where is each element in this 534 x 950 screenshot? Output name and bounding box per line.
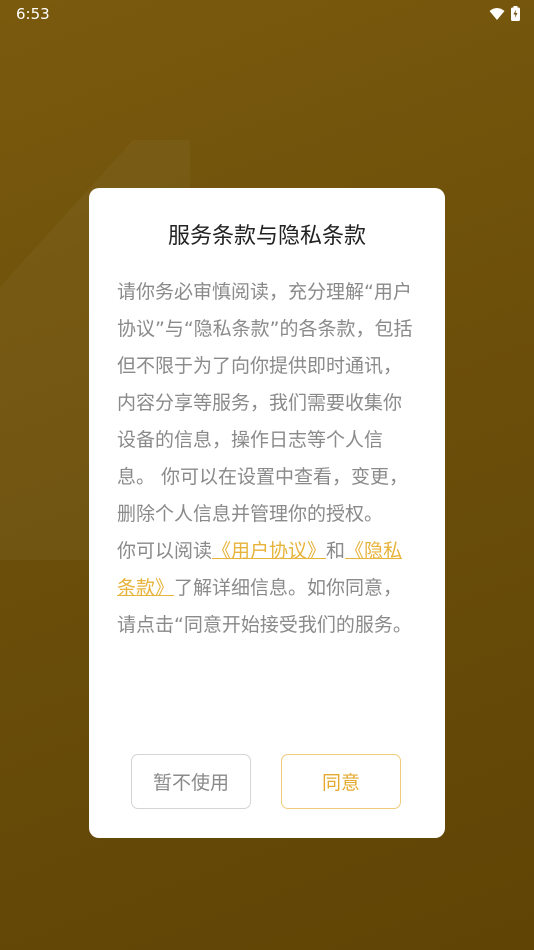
dialog-body: 请你务必审慎阅读，充分理解“用户协议”与“隐私条款”的各条款，包括但不限于为了向… bbox=[117, 274, 413, 644]
status-icons bbox=[489, 6, 520, 21]
battery-charging-icon bbox=[511, 6, 520, 21]
status-time: 6:53 bbox=[16, 5, 50, 23]
agree-button[interactable]: 同意 bbox=[281, 754, 401, 809]
read-prefix: 你可以阅读 bbox=[117, 540, 213, 562]
status-bar: 6:53 bbox=[0, 0, 534, 28]
user-agreement-link[interactable]: 《用户协议》 bbox=[212, 540, 326, 562]
dialog-title: 服务条款与隐私条款 bbox=[167, 224, 366, 249]
and-text: 和 bbox=[326, 540, 346, 562]
wifi-icon bbox=[489, 7, 505, 21]
terms-paragraph: 请你务必审慎阅读，充分理解“用户协议”与“隐私条款”的各条款，包括但不限于为了向… bbox=[117, 281, 413, 525]
terms-dialog: 服务条款与隐私条款 请你务必审慎阅读，充分理解“用户协议”与“隐私条款”的各条款… bbox=[89, 188, 445, 838]
read-links-paragraph: 你可以阅读《用户协议》和《隐私条款》了解详细信息。如你同意，请点击“同意开始接受… bbox=[117, 533, 413, 644]
decline-button[interactable]: 暂不使用 bbox=[131, 754, 251, 809]
